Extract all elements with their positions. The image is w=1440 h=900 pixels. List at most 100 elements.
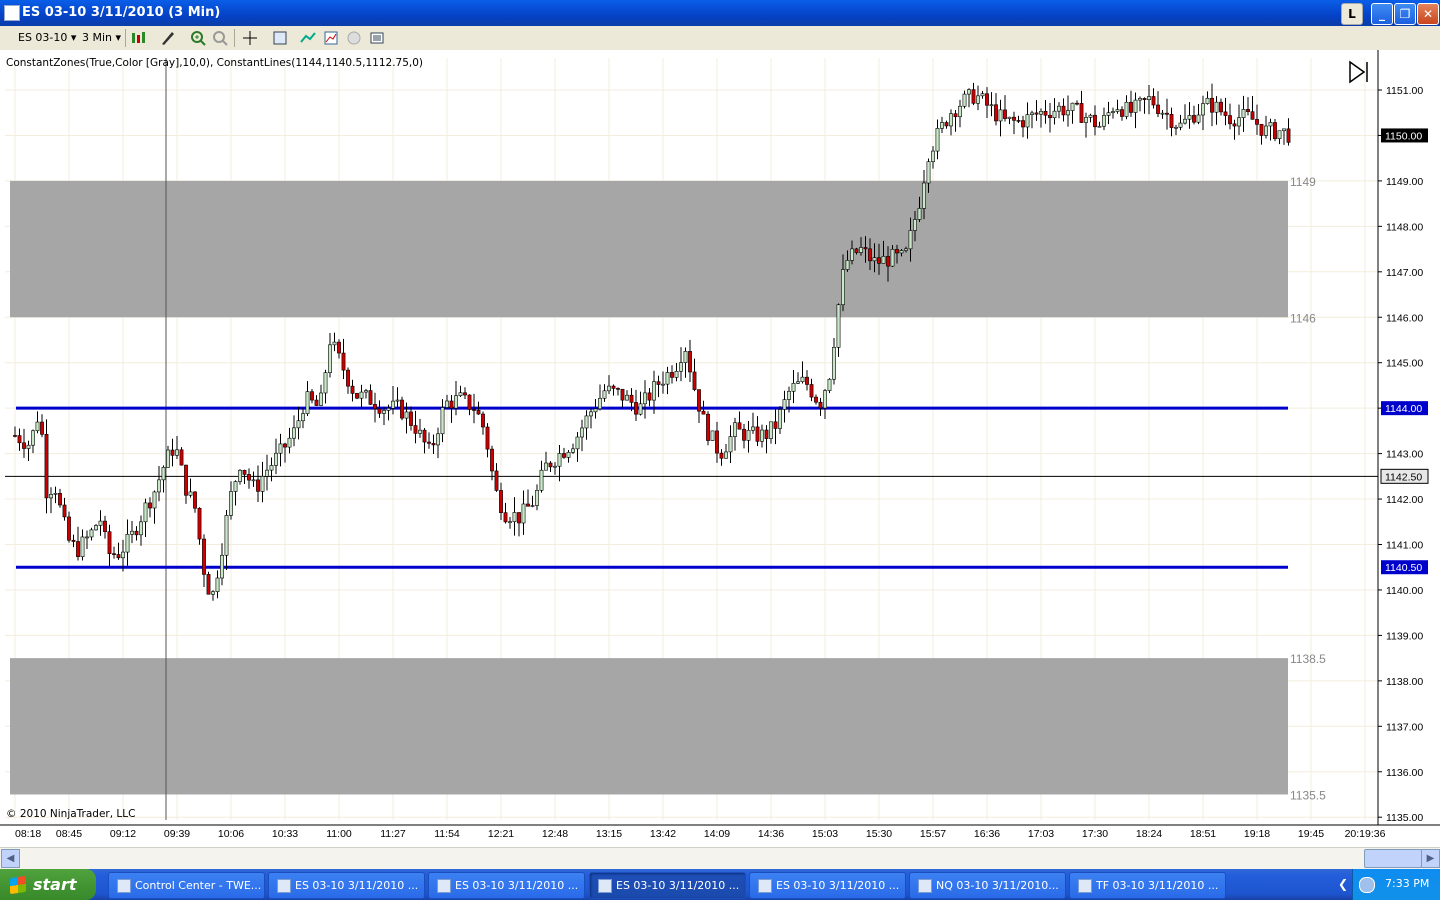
candle-up <box>643 392 647 405</box>
draw-tool-icon[interactable] <box>160 30 176 46</box>
candle-up <box>80 536 85 557</box>
window-icon <box>277 879 291 893</box>
candle-down <box>148 502 152 509</box>
candle-up <box>287 437 292 448</box>
taskbar-item[interactable]: ES 03-10 3/11/2010 ... <box>749 872 906 899</box>
candle-down <box>116 554 121 559</box>
maximize-button[interactable]: ❐ <box>1394 3 1416 25</box>
properties-icon[interactable] <box>369 30 385 46</box>
window-icon <box>918 879 932 893</box>
candle-up <box>49 494 53 499</box>
candle-up <box>580 427 584 438</box>
price-tick-label: 1151.00 <box>1386 85 1423 97</box>
instrument-selector[interactable]: ES 03-10 ▾ <box>18 30 76 46</box>
candle-up <box>98 520 103 526</box>
candle-up <box>1124 101 1129 117</box>
price-tick-label: 1145.00 <box>1386 358 1423 370</box>
candle-down <box>1142 98 1147 100</box>
candle-down <box>476 410 481 415</box>
taskbar-item-label: ES 03-10 3/11/2010 ... <box>455 879 579 892</box>
chart-trader-icon[interactable] <box>346 30 362 46</box>
candle-down <box>697 389 701 412</box>
zoom-out-icon[interactable] <box>212 30 228 46</box>
time-tick-label: 19:18 <box>1244 828 1270 840</box>
price-tick-label: 1146.00 <box>1386 312 1423 324</box>
price-tick-label: 1138.00 <box>1386 676 1423 688</box>
candle-down <box>71 539 76 542</box>
candle-down <box>400 399 404 419</box>
close-button[interactable]: ✕ <box>1417 3 1439 25</box>
candle-up <box>724 451 728 459</box>
interval-label: 3 Min <box>82 31 113 44</box>
taskbar-item[interactable]: TF 03-10 3/11/2010 ... <box>1069 872 1226 899</box>
candle-up <box>53 493 58 495</box>
time-tick-label: 20:19:36 <box>1345 828 1386 840</box>
time-tick-label: 14:36 <box>758 828 784 840</box>
candle-up <box>1052 110 1057 119</box>
candlestick-series <box>13 82 1291 601</box>
candle-up <box>935 128 940 152</box>
taskbar-item-label: TF 03-10 3/11/2010 ... <box>1096 879 1219 892</box>
candle-up <box>823 390 827 409</box>
zoom-in-icon[interactable] <box>190 30 206 46</box>
toolbar-separator <box>125 29 126 47</box>
network-icon[interactable] <box>1359 877 1375 893</box>
candle-down <box>206 574 211 595</box>
candle-up <box>274 452 278 466</box>
interval-selector[interactable]: 3 Min ▾ <box>82 30 121 46</box>
candle-down <box>1129 101 1133 113</box>
strategies-icon[interactable] <box>323 30 339 46</box>
time-tick-label: 08:18 <box>15 828 41 840</box>
scroll-thumb[interactable] <box>1364 849 1422 868</box>
candle-up <box>1133 99 1138 113</box>
candle-up <box>1007 116 1012 119</box>
candle-down <box>1228 115 1232 125</box>
candle-down <box>656 381 661 385</box>
candle-down <box>1223 111 1228 116</box>
taskbar-item[interactable]: ES 03-10 3/11/2010 ... <box>268 872 425 899</box>
start-button[interactable]: start <box>0 869 96 900</box>
minimize-button[interactable]: _ <box>1371 3 1393 25</box>
candle-up <box>1084 117 1088 123</box>
tray-expand-icon[interactable]: ❮ <box>1338 877 1352 891</box>
crosshair-icon[interactable] <box>242 30 258 46</box>
candle-down <box>40 421 44 435</box>
horizontal-scrollbar[interactable]: ◀ ▶ <box>0 847 1440 869</box>
candle-up <box>436 433 440 446</box>
candle-up <box>1174 126 1178 129</box>
zone-top-label: 1138.5 <box>1290 652 1326 666</box>
taskbar-item[interactable]: ES 03-10 3/11/2010 ... <box>428 872 585 899</box>
time-tick-label: 10:06 <box>218 828 244 840</box>
taskbar-item[interactable]: ES 03-10 3/11/2010 ... <box>589 872 746 899</box>
price-tick-label: 1149.00 <box>1386 176 1423 188</box>
bar-type-icon[interactable] <box>130 30 146 46</box>
scroll-left-icon[interactable]: ◀ <box>1 849 20 868</box>
time-tick-label: 19:45 <box>1298 828 1324 840</box>
time-tick-label: 16:36 <box>974 828 1000 840</box>
time-tick-label: 08:45 <box>56 828 82 840</box>
scroll-right-icon[interactable]: ▶ <box>1421 849 1440 868</box>
price-tick-label: 1136.00 <box>1386 767 1423 779</box>
candle-up <box>211 591 215 595</box>
link-button[interactable]: L <box>1341 3 1363 25</box>
zone-top-label: 1149 <box>1290 175 1316 189</box>
candle-down <box>719 452 724 459</box>
candle-down <box>58 493 62 506</box>
candle-up <box>679 362 683 372</box>
candle-up <box>521 503 526 524</box>
candle-down <box>1043 110 1048 116</box>
candle-up <box>746 429 751 441</box>
candle-down <box>994 104 998 122</box>
candle-down <box>1012 116 1016 121</box>
taskbar-item[interactable]: Control Center - TWE... <box>108 872 265 899</box>
data-box-icon[interactable] <box>272 30 288 46</box>
taskbar-item[interactable]: NQ 03-10 3/11/2010... <box>909 872 1066 899</box>
price-chart[interactable]: 1149 1146 1138.5 1135.5 1151.00 1150.00 1149.0… <box>0 50 1440 847</box>
candle-up <box>850 248 854 261</box>
candle-up <box>1111 111 1115 113</box>
candle-up <box>967 89 971 95</box>
candle-up <box>760 429 764 442</box>
candle-down <box>1093 114 1097 128</box>
indicators-icon[interactable] <box>300 30 316 46</box>
zone-bottom-label: 1135.5 <box>1290 788 1326 802</box>
